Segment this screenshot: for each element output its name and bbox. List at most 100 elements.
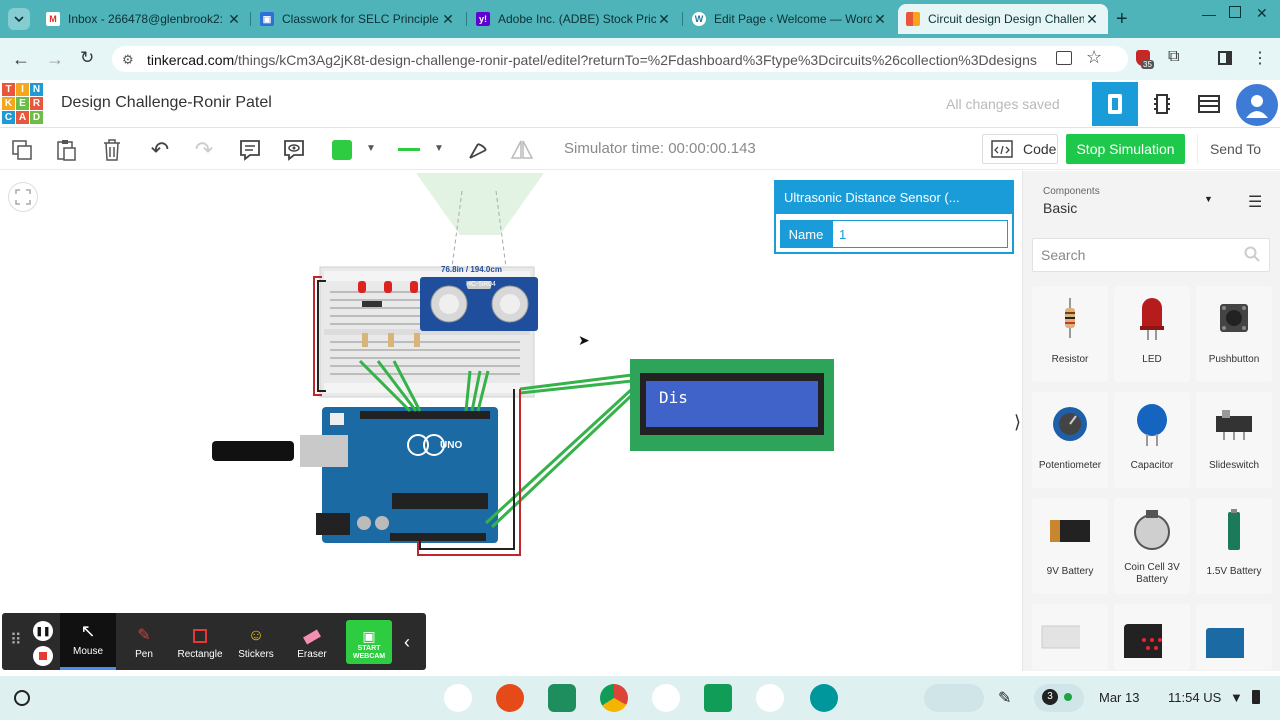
component-led[interactable]: LED (1114, 286, 1190, 382)
pause-button[interactable]: ❚❚ (33, 621, 53, 641)
keyboard-locale: US (1203, 690, 1222, 705)
tool-pen[interactable]: ✎ Pen (116, 613, 172, 670)
chevron-down-icon[interactable]: ▼ (366, 143, 376, 154)
component-1-5v-battery[interactable]: 1.5V Battery (1196, 498, 1272, 594)
tab-close-icon[interactable]: ✕ (440, 11, 456, 28)
paste-button[interactable] (52, 136, 80, 164)
browser-tab-tinkercad[interactable]: Circuit design Design Challen ✕ (898, 4, 1108, 34)
date-display[interactable]: Mar 13 (1099, 690, 1139, 705)
reload-icon[interactable]: ↻ (80, 48, 94, 68)
component-capacitor[interactable]: Capacitor (1114, 392, 1190, 488)
stylus-icon[interactable]: ✎ (998, 688, 1011, 708)
delete-button[interactable] (98, 136, 126, 164)
tool-rectangle[interactable]: Rectangle (172, 613, 228, 670)
copy-button[interactable] (8, 136, 36, 164)
component-search-input[interactable]: Search (1032, 238, 1270, 272)
component-microbit[interactable] (1114, 604, 1190, 670)
bookmark-star-icon[interactable]: ☆ (1086, 47, 1102, 68)
notes-button[interactable] (236, 136, 264, 164)
wire-color-picker[interactable] (332, 140, 352, 160)
battery-icon (1252, 690, 1260, 704)
tab-close-icon[interactable]: ✕ (872, 11, 888, 28)
app-slides-icon[interactable] (704, 684, 732, 712)
webcam-label: START WEBCAM (352, 645, 386, 660)
notes-visibility-button[interactable] (280, 136, 308, 164)
wire-type-picker[interactable] (398, 148, 420, 151)
browser-tab-classroom[interactable]: ▣ Classwork for SELC Principle ✕ (252, 4, 464, 34)
undo-button[interactable]: ↶ (146, 136, 174, 164)
browser-tab-wordpress[interactable]: W Edit Page ‹ Welcome — Word ✕ (684, 4, 896, 34)
collapse-panel-icon[interactable]: ⟩ (1014, 412, 1021, 433)
app-canvas-icon[interactable] (496, 684, 524, 712)
arduino-uno[interactable] (212, 407, 498, 543)
app-arduino-icon[interactable] (810, 684, 838, 712)
component-arduino[interactable] (1196, 604, 1272, 670)
tinkercad-logo[interactable]: TIN KER CAD (2, 83, 43, 125)
eraser-icon (303, 629, 321, 645)
list-view-icon[interactable]: ☰ (1248, 192, 1262, 212)
rotate-button[interactable] (464, 136, 492, 164)
app-screencast-icon[interactable] (444, 684, 472, 712)
tool-stickers[interactable]: ☺ Stickers (228, 613, 284, 670)
maximize-window-icon[interactable] (1229, 6, 1241, 18)
code-label: Code (1023, 141, 1057, 157)
close-window-icon[interactable]: ✕ (1256, 5, 1268, 22)
note-icon (240, 140, 260, 161)
install-app-icon[interactable] (1056, 51, 1072, 65)
redo-button[interactable]: ↷ (190, 136, 218, 164)
side-panel-icon[interactable] (1218, 51, 1232, 65)
tab-search-button[interactable] (8, 8, 30, 30)
wordpress-icon: W (692, 12, 706, 26)
chrome-menu-icon[interactable]: ⋮ (1252, 48, 1268, 68)
dropdown-caret-icon[interactable]: ▼ (1204, 194, 1213, 204)
launcher-icon[interactable] (14, 690, 30, 706)
start-webcam-button[interactable]: ▣ START WEBCAM (346, 620, 392, 664)
app-chrome-icon[interactable] (600, 684, 628, 712)
chevron-down-icon[interactable]: ▼ (434, 143, 444, 154)
name-field[interactable]: 1 (832, 220, 1008, 248)
app-audio-icon[interactable] (652, 684, 680, 712)
component-potentiometer[interactable]: Potentiometer (1032, 392, 1108, 488)
stop-recording-button[interactable] (33, 646, 53, 666)
user-avatar[interactable] (1236, 84, 1278, 126)
app-gmail-icon[interactable] (756, 684, 784, 712)
stop-simulation-button[interactable]: Stop Simulation (1066, 134, 1185, 164)
component-9v-battery[interactable]: 9V Battery (1032, 498, 1108, 594)
site-info-icon[interactable]: ⚙ (122, 52, 134, 68)
component-coin-cell-battery[interactable]: Coin Cell 3V Battery (1114, 498, 1190, 594)
tool-eraser[interactable]: Eraser (284, 613, 340, 670)
new-tab-button[interactable]: + (1116, 8, 1128, 31)
design-title[interactable]: Design Challenge-Ronir Patel (61, 94, 272, 112)
tab-close-icon[interactable]: ✕ (1084, 11, 1100, 28)
component-pushbutton[interactable]: Pushbutton (1196, 286, 1272, 382)
forward-arrow-icon[interactable]: → (46, 49, 64, 70)
drag-handle-icon[interactable]: ⠿ (10, 630, 22, 650)
component-list-view-button[interactable] (1186, 82, 1232, 126)
sensor-readout: 76.8in / 194.0cm (441, 265, 502, 274)
properties-panel: Ultrasonic Distance Sensor (... Name 1 (774, 180, 1014, 254)
tool-mouse[interactable]: ↖ Mouse (60, 613, 116, 670)
tab-title: Adobe Inc. (ADBE) Stock Pric (498, 12, 656, 26)
collapse-toolbar-icon[interactable]: ‹ (404, 632, 410, 653)
capacitor-icon (1137, 404, 1167, 446)
schematic-view-button[interactable] (1139, 82, 1185, 126)
clock-display[interactable]: 11:54 US (1168, 690, 1221, 705)
tab-close-icon[interactable]: ✕ (226, 11, 242, 28)
component-breadboard[interactable] (1032, 604, 1108, 670)
browser-tab-yahoo[interactable]: y! Adobe Inc. (ADBE) Stock Pric ✕ (468, 4, 680, 34)
back-arrow-icon[interactable]: ← (12, 49, 30, 70)
extensions-puzzle-icon[interactable]: ⧉ (1168, 48, 1179, 66)
component-slideswitch[interactable]: Slideswitch (1196, 392, 1272, 488)
code-button[interactable]: Code (982, 134, 1058, 164)
browser-tab-gmail[interactable]: M Inbox - 266478@glenbrook2: ✕ (38, 4, 250, 34)
circuit-view-button[interactable] (1092, 82, 1138, 126)
holding-space-icon[interactable] (924, 684, 984, 712)
gmail-icon: M (46, 12, 60, 26)
app-classroom-icon[interactable] (548, 684, 576, 712)
copy-icon (12, 140, 32, 160)
minimize-window-icon[interactable]: — (1202, 6, 1216, 22)
flip-button[interactable] (508, 136, 536, 164)
tab-close-icon[interactable]: ✕ (656, 11, 672, 28)
send-to-button[interactable]: Send To (1197, 134, 1273, 164)
component-resistor[interactable]: Resistor (1032, 286, 1108, 382)
